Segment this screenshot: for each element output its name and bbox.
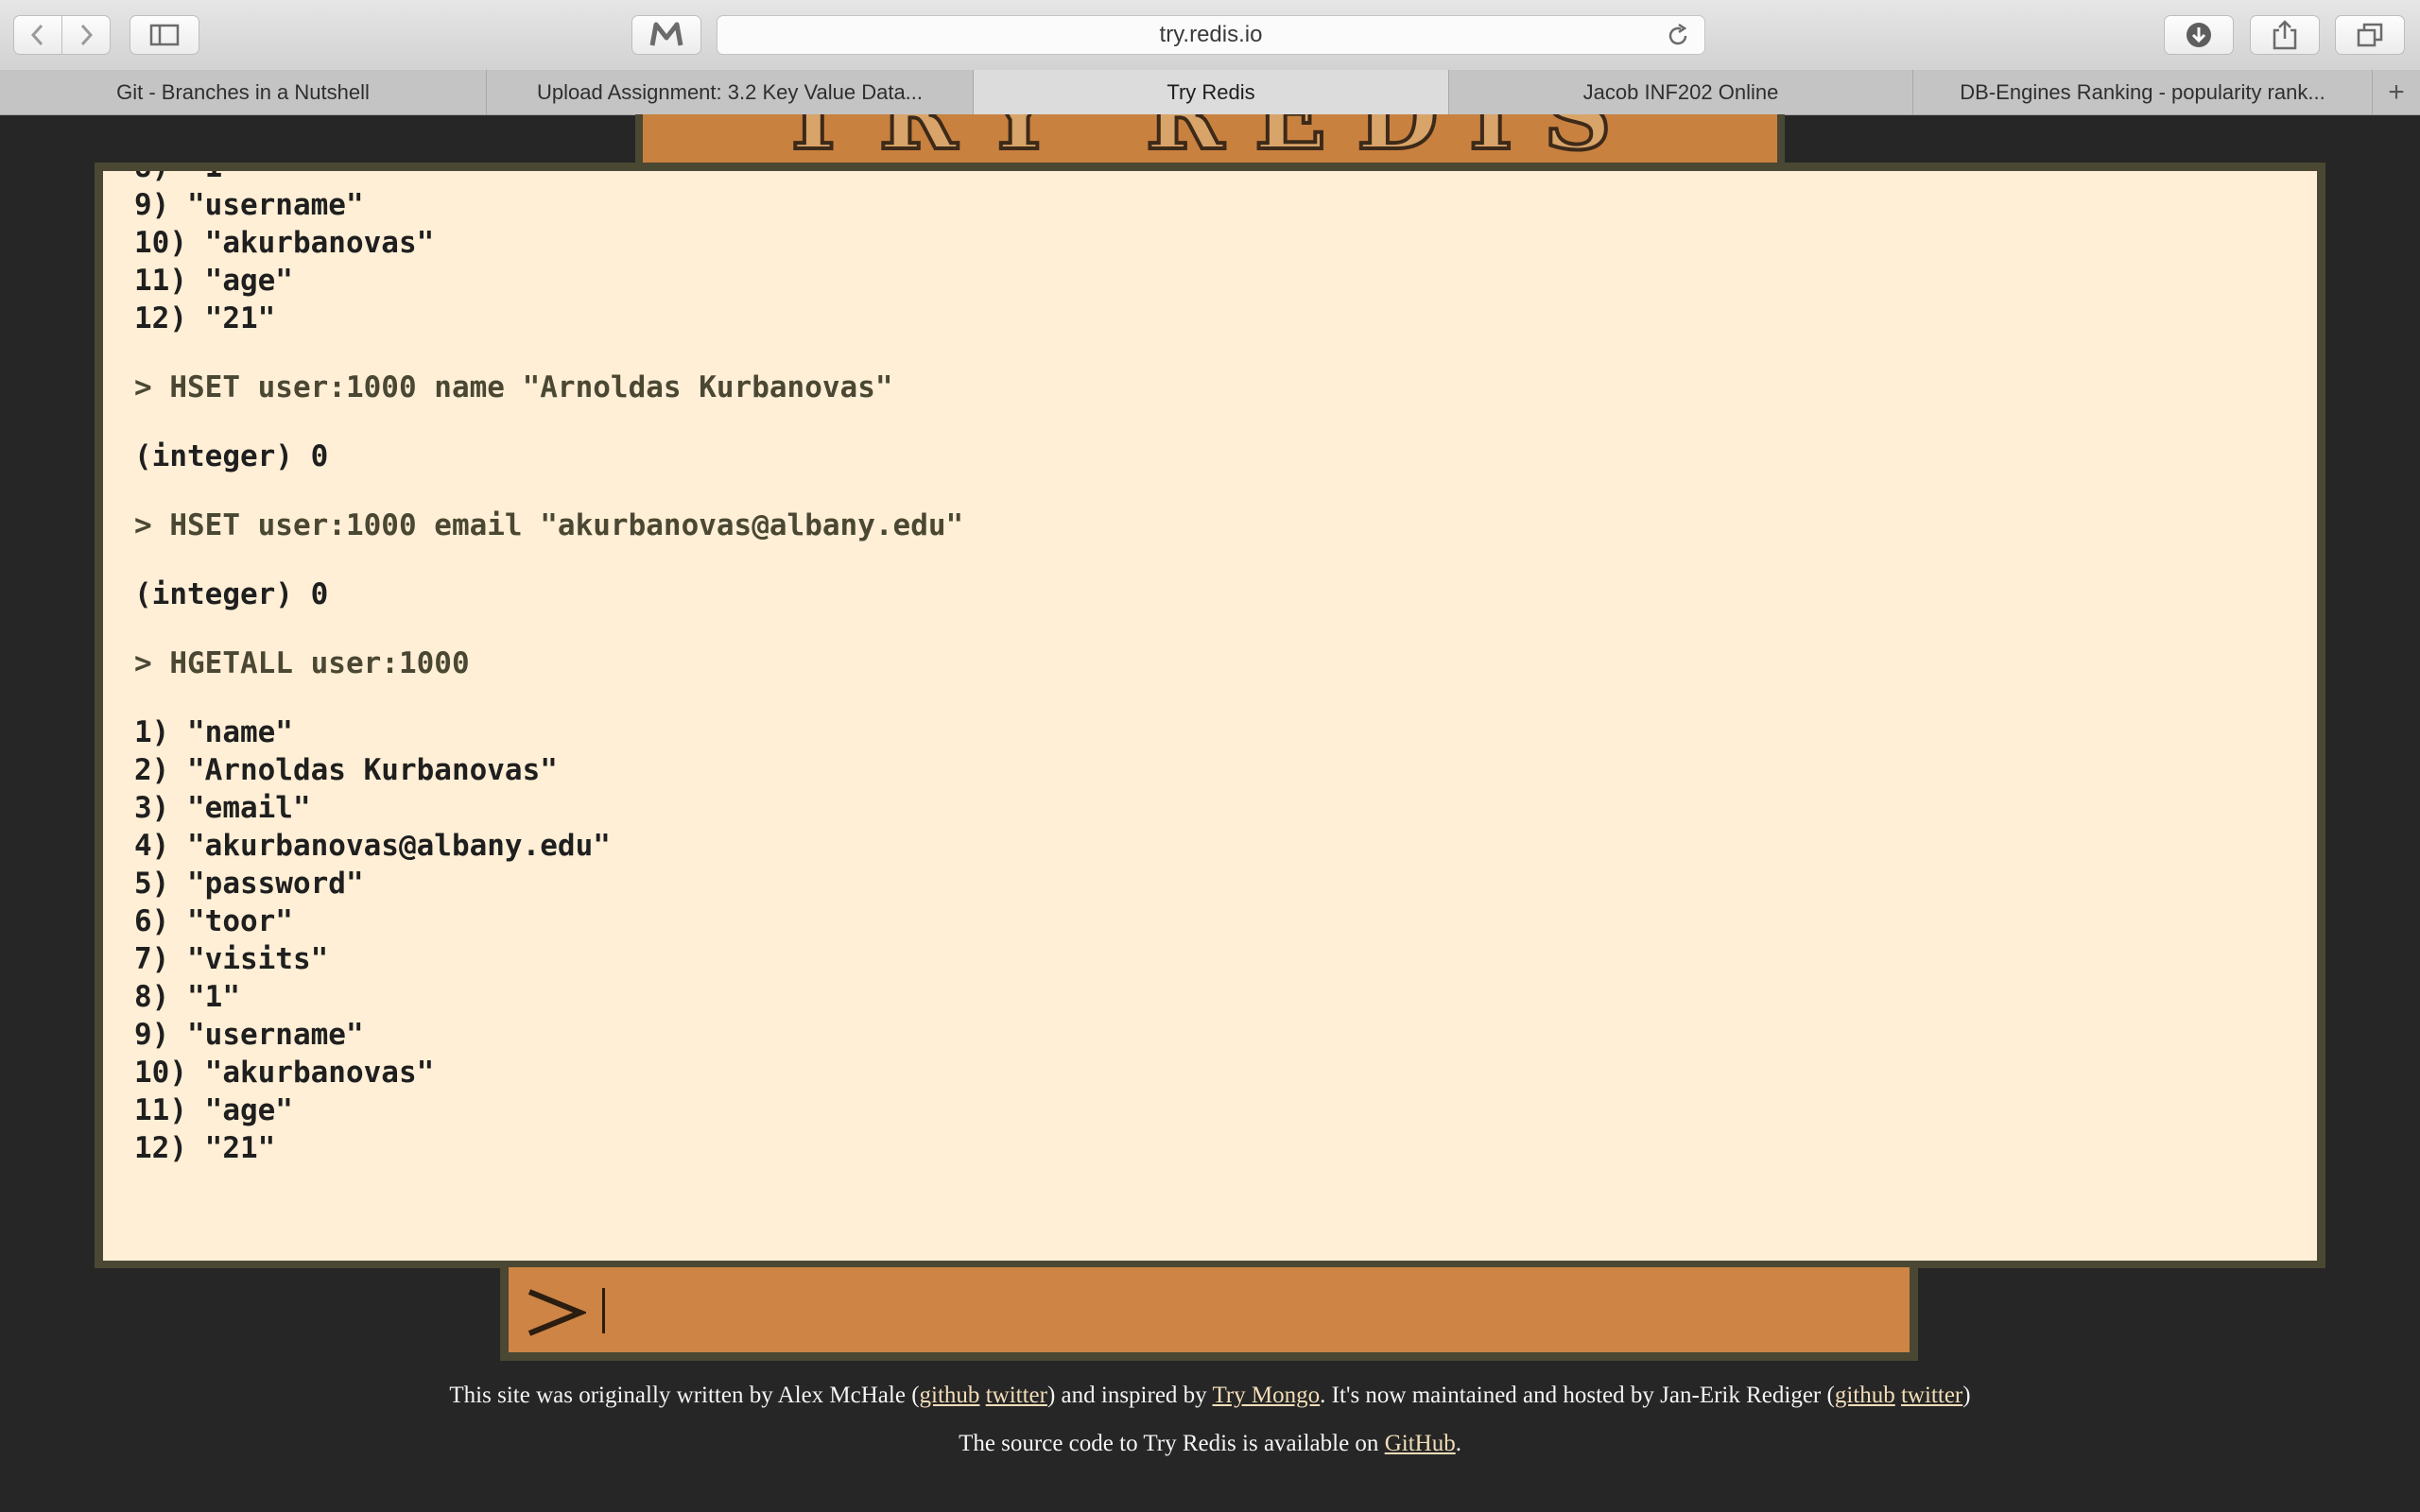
new-tab-button[interactable]: + xyxy=(2373,70,2420,114)
text-caret xyxy=(602,1288,605,1333)
tab-jacob-inf202[interactable]: Jacob INF202 Online xyxy=(1449,70,1913,114)
banner-title: TRY REDIS xyxy=(643,114,1777,163)
tab-db-engines[interactable]: DB-Engines Ranking - popularity rank... xyxy=(1913,70,2373,114)
result-line: (integer) 0 xyxy=(134,577,329,611)
tab-label: Try Redis xyxy=(1167,79,1255,104)
m-extension-icon xyxy=(649,22,683,46)
prompt-chevron-icon xyxy=(527,1289,586,1336)
tab-git-branches[interactable]: Git - Branches in a Nutshell xyxy=(0,70,487,114)
console-output[interactable]: 8) "1" 9) "username" 10) "akurbanovas" 1… xyxy=(103,171,2317,1261)
output-line: 12) "21" xyxy=(134,301,276,335)
download-icon xyxy=(2187,23,2211,47)
output-line: 2) "Arnoldas Kurbanovas" xyxy=(134,753,558,787)
page-footer: This site was originally written by Alex… xyxy=(0,1382,2420,1457)
output-line: 11) "age" xyxy=(134,264,293,298)
try-mongo-link[interactable]: Try Mongo xyxy=(1212,1383,1320,1408)
twitter-link-jan-erik[interactable]: twitter xyxy=(1901,1383,1962,1408)
source-part: The source code to Try Redis is availabl… xyxy=(959,1431,1385,1456)
github-repo-link[interactable]: GitHub xyxy=(1385,1431,1456,1456)
command-input[interactable] xyxy=(509,1267,1910,1352)
banner-logo: TRY REDIS xyxy=(643,114,1777,163)
tabs-overview-button[interactable] xyxy=(2335,15,2405,55)
output-line: 9) "username" xyxy=(134,188,364,222)
console-scroll: 8) "1" 9) "username" 10) "akurbanovas" 1… xyxy=(134,171,2298,1167)
try-redis-banner: TRY REDIS xyxy=(635,114,1785,163)
output-line: 10) "akurbanovas" xyxy=(134,226,435,260)
back-icon xyxy=(30,24,43,46)
source-code-text: The source code to Try Redis is availabl… xyxy=(0,1430,2420,1457)
result-line: (integer) 0 xyxy=(134,439,329,473)
reload-icon[interactable] xyxy=(1665,23,1691,49)
url-text: try.redis.io xyxy=(1159,22,1263,47)
credits-text: This site was originally written by Alex… xyxy=(0,1382,2420,1409)
credits-part: ) xyxy=(1962,1383,1971,1408)
output-line: 7) "visits" xyxy=(134,942,329,976)
sidebar-icon xyxy=(149,24,180,46)
tab-label: Git - Branches in a Nutshell xyxy=(116,79,370,104)
output-line: 12) "21" xyxy=(134,1131,276,1165)
sidebar-button[interactable] xyxy=(130,15,199,55)
command-input-frame xyxy=(500,1267,1918,1361)
tabs-overview-icon xyxy=(2357,23,2383,47)
credits-part: This site was originally written by Alex… xyxy=(449,1383,920,1408)
downloads-button[interactable] xyxy=(2164,15,2234,55)
address-bar[interactable]: try.redis.io xyxy=(717,15,1705,55)
output-line: 3) "email" xyxy=(134,791,311,825)
back-button[interactable] xyxy=(13,15,62,55)
output-line: 11) "age" xyxy=(134,1093,293,1127)
command-line: > HSET user:1000 name "Arnoldas Kurbanov… xyxy=(134,370,893,404)
tab-try-redis[interactable]: Try Redis xyxy=(974,70,1449,114)
plus-icon: + xyxy=(2388,76,2405,108)
output-line: 1) "name" xyxy=(134,715,293,749)
tab-bar: Git - Branches in a Nutshell Upload Assi… xyxy=(0,70,2420,115)
output-line: 6) "toor" xyxy=(134,904,293,938)
tab-label: Upload Assignment: 3.2 Key Value Data... xyxy=(536,79,924,104)
source-part: . xyxy=(1455,1431,1461,1456)
output-line: 8) "1" xyxy=(134,171,2298,186)
tab-label: Jacob INF202 Online xyxy=(1582,79,1779,104)
tab-upload-assignment[interactable]: Upload Assignment: 3.2 Key Value Data... xyxy=(487,70,974,114)
github-link-alex[interactable]: github xyxy=(920,1383,980,1408)
output-line: 4) "akurbanovas@albany.edu" xyxy=(134,829,611,863)
tab-label: DB-Engines Ranking - popularity rank... xyxy=(1960,79,2325,104)
console-frame: 8) "1" 9) "username" 10) "akurbanovas" 1… xyxy=(95,163,2325,1268)
share-button[interactable] xyxy=(2250,15,2320,55)
share-icon xyxy=(2273,20,2297,50)
m-extension-button[interactable] xyxy=(631,15,701,55)
credits-part: . It's now maintained and hosted by Jan-… xyxy=(1320,1383,1835,1408)
twitter-link-alex[interactable]: twitter xyxy=(986,1383,1047,1408)
top-output-block: 8) "1" 9) "username" 10) "akurbanovas" 1… xyxy=(134,171,2298,337)
command-line: > HSET user:1000 email "akurbanovas@alba… xyxy=(134,508,964,542)
output-line: 5) "password" xyxy=(134,867,364,901)
output-line: 8) "1" xyxy=(134,980,240,1014)
hgetall-output-block: 1) "name" 2) "Arnoldas Kurbanovas" 3) "e… xyxy=(134,713,2298,1167)
command-line: > HGETALL user:1000 xyxy=(134,646,470,680)
browser-toolbar: try.redis.io xyxy=(0,0,2420,71)
credits-part: ) and inspired by xyxy=(1046,1383,1213,1408)
github-link-jan-erik[interactable]: github xyxy=(1835,1383,1895,1408)
forward-button[interactable] xyxy=(61,15,111,55)
output-line: 9) "username" xyxy=(134,1018,364,1052)
forward-icon xyxy=(80,24,94,46)
output-line: 10) "akurbanovas" xyxy=(134,1056,435,1090)
